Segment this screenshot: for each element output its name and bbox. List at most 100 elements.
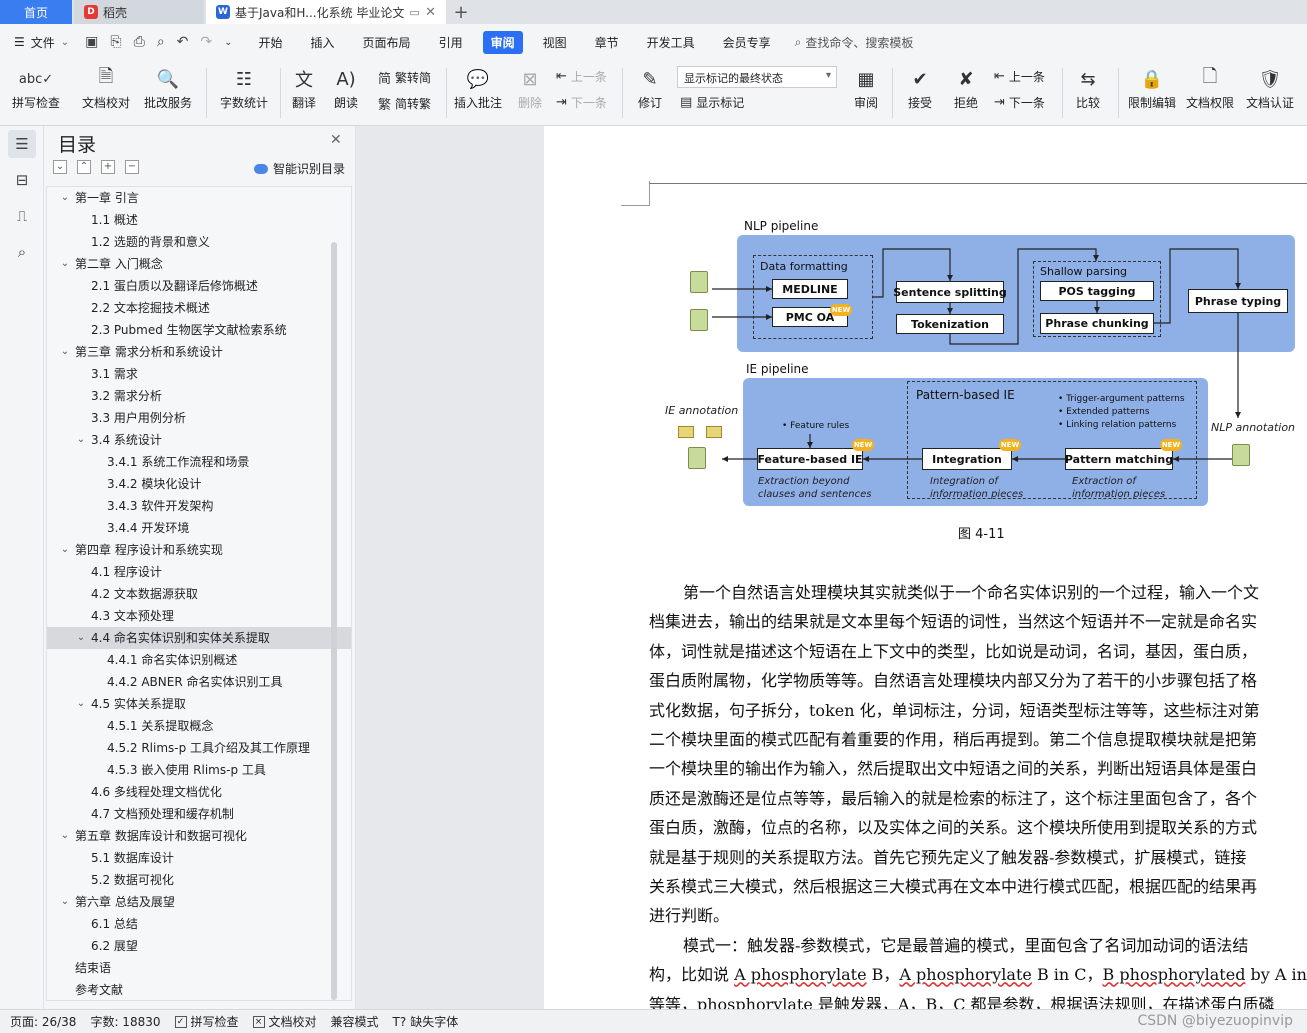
paragraph[interactable]: 第一个自然语言处理模块其实就类似于一个命名实体识别的一个过程，输入一个文 档集进去…: [649, 578, 1307, 931]
prev-comment-button[interactable]: ⇤ 上一条: [556, 68, 607, 85]
smart-toc-button[interactable]: 智能识别目录: [254, 160, 345, 177]
remove-heading-icon[interactable]: −: [125, 160, 139, 174]
status-proofread[interactable]: × 文档校对: [252, 1013, 317, 1030]
chevron-down-icon[interactable]: ⌄: [59, 253, 71, 275]
add-heading-icon[interactable]: +: [101, 160, 115, 174]
chevron-down-icon[interactable]: ⌄: [75, 429, 87, 451]
doc-certify-button[interactable]: 🛡 文档认证: [1240, 64, 1300, 120]
print-icon[interactable]: ⎙: [134, 34, 145, 50]
toc-item[interactable]: ⌄ 第六章 总结及展望: [47, 891, 351, 913]
prev-change-button[interactable]: ⇤ 上一条: [994, 68, 1045, 85]
toc-item[interactable]: 3.3 用户用例分析: [47, 407, 351, 429]
trad-to-simp-button[interactable]: 简繁转简: [378, 68, 431, 87]
toc-scrollbar[interactable]: [331, 242, 337, 1000]
show-markup-button[interactable]: ▤ 显示标记: [680, 94, 744, 111]
toc-item[interactable]: 1.1 概述: [47, 209, 351, 231]
menu-tab[interactable]: 开发工具: [639, 31, 703, 54]
bookmark-icon[interactable]: ⎍: [8, 202, 36, 230]
toc-item[interactable]: 3.4.2 模块化设计: [47, 473, 351, 495]
tab-daoke[interactable]: D 稻壳: [74, 0, 204, 24]
chapter-nav-icon[interactable]: ⊟: [8, 166, 36, 194]
delete-comment-button[interactable]: ⊠ 删除: [500, 64, 560, 120]
compare-button[interactable]: ⇆ 比较: [1058, 64, 1118, 120]
tab-home[interactable]: 首页: [0, 0, 72, 24]
toc-item[interactable]: ⌄ 4.4 命名实体识别和实体关系提取: [47, 627, 351, 649]
toc-item[interactable]: 4.4.1 命名实体识别概述: [47, 649, 351, 671]
chevron-down-icon[interactable]: ⌄: [59, 891, 71, 913]
toc-item[interactable]: 4.3 文本预处理: [47, 605, 351, 627]
toc-item[interactable]: ⌄ 第五章 数据库设计和数据可视化: [47, 825, 351, 847]
reject-button[interactable]: ✘ 拒绝: [936, 64, 996, 120]
next-change-button[interactable]: ⇥ 下一条: [994, 94, 1045, 111]
toc-item[interactable]: 4.5.1 关系提取概念: [47, 715, 351, 737]
review-pane-button[interactable]: ▦ 审阅: [836, 64, 896, 120]
toc-item[interactable]: ⌄ 4.5 实体关系提取: [47, 693, 351, 715]
compat-mode[interactable]: 兼容模式: [331, 1013, 379, 1030]
toc-item[interactable]: 4.4.2 ABNER 命名实体识别工具: [47, 671, 351, 693]
toc-item[interactable]: 5.2 数据可视化: [47, 869, 351, 891]
toc-item[interactable]: 2.2 文本挖掘技术概述: [47, 297, 351, 319]
print-preview-icon[interactable]: ⌕: [157, 34, 165, 50]
next-comment-button[interactable]: ⇥ 下一条: [556, 94, 607, 111]
chevron-down-icon[interactable]: ⌄: [59, 187, 71, 209]
save-icon[interactable]: ▣: [85, 34, 98, 50]
toc-item[interactable]: 4.2 文本数据源获取: [47, 583, 351, 605]
toc-item[interactable]: 5.1 数据库设计: [47, 847, 351, 869]
command-search[interactable]: ⌕ 查找命令、搜索模板: [795, 34, 914, 51]
simp-to-trad-button[interactable]: 繁简转繁: [378, 94, 431, 113]
spell-check-button[interactable]: abc✓ 拼写检查: [6, 64, 66, 120]
restrict-editing-button[interactable]: 🔒 限制编辑: [1122, 64, 1182, 120]
toc-item[interactable]: 3.4.3 软件开发架构: [47, 495, 351, 517]
toc-item[interactable]: 4.7 文档预处理和缓存机制: [47, 803, 351, 825]
quick-access-dropdown-icon[interactable]: ⌄: [224, 37, 232, 48]
missing-font[interactable]: T? 缺失字体: [393, 1013, 459, 1030]
file-menu[interactable]: ☰ 文件 ⌄: [14, 34, 69, 51]
toc-item[interactable]: 2.1 蛋白质以及翻译后修饰概述: [47, 275, 351, 297]
word-count-button[interactable]: ☷ 字数统计: [214, 64, 274, 120]
expand-all-icon[interactable]: ⌃: [77, 160, 91, 174]
toc-item[interactable]: ⌄ 3.4 系统设计: [47, 429, 351, 451]
toc-item[interactable]: 1.2 选题的背景和意义: [47, 231, 351, 253]
toc-item[interactable]: 4.5.2 Rlims-p 工具介绍及其工作原理: [47, 737, 351, 759]
toc-item[interactable]: 4.6 多线程处理文档优化: [47, 781, 351, 803]
toc-item[interactable]: 2.3 Pubmed 生物医学文献检索系统: [47, 319, 351, 341]
close-tab-icon[interactable]: ✕: [425, 5, 436, 20]
undo-icon[interactable]: ↶: [177, 34, 189, 50]
toc-item[interactable]: ⌄ 第一章 引言: [47, 187, 351, 209]
close-icon[interactable]: ✕: [330, 132, 342, 148]
proofread-button[interactable]: 🗎 文档校对: [76, 64, 136, 120]
toc-item[interactable]: 结束语: [47, 957, 351, 979]
word-count-indicator[interactable]: 字数: 18830: [90, 1013, 160, 1030]
menu-tab[interactable]: 页面布局: [355, 31, 419, 54]
toc-item[interactable]: 4.5.3 嵌入使用 Rlims-p 工具: [47, 759, 351, 781]
toc-item[interactable]: 3.1 需求: [47, 363, 351, 385]
toc-item[interactable]: 3.4.4 开发环境: [47, 517, 351, 539]
menu-tab[interactable]: 会员专享: [715, 31, 779, 54]
insert-comment-button[interactable]: 💬 插入批注: [448, 64, 508, 120]
toc-item[interactable]: ⌄ 第三章 需求分析和系统设计: [47, 341, 351, 363]
monitor-icon[interactable]: ▭: [409, 6, 419, 19]
collapse-all-icon[interactable]: ⌄: [53, 160, 67, 174]
toc-item[interactable]: 3.2 需求分析: [47, 385, 351, 407]
toc-item[interactable]: 6.1 总结: [47, 913, 351, 935]
toc-item[interactable]: 6.2 展望: [47, 935, 351, 957]
menu-tab[interactable]: 视图: [535, 31, 575, 54]
chevron-down-icon[interactable]: ⌄: [59, 825, 71, 847]
menu-tab[interactable]: 章节: [587, 31, 627, 54]
toc-panel-icon[interactable]: ☰: [8, 130, 36, 158]
search-icon[interactable]: ⌕: [8, 238, 36, 266]
track-changes-button[interactable]: ✎ 修订: [620, 64, 680, 120]
status-spell-check[interactable]: ✓ 拼写检查: [174, 1013, 239, 1030]
chevron-down-icon[interactable]: ⌄: [59, 341, 71, 363]
chevron-down-icon[interactable]: ⌄: [75, 693, 87, 715]
chevron-down-icon[interactable]: ⌄: [75, 627, 87, 649]
doc-permission-button[interactable]: 🗋 文档权限: [1180, 64, 1240, 120]
paragraph[interactable]: 模式一：触发器-参数模式，它是最普遍的模式，里面包含了名词加动词的语法结 构，比如…: [649, 931, 1307, 1009]
markup-state-select[interactable]: 显示标记的最终状态: [677, 66, 837, 88]
menu-tab[interactable]: 审阅: [482, 30, 523, 54]
toc-item[interactable]: ⌄ 第二章 入门概念: [47, 253, 351, 275]
chevron-down-icon[interactable]: ⌄: [59, 539, 71, 561]
page-indicator[interactable]: 页面: 26/38: [10, 1013, 76, 1030]
batch-correction-button[interactable]: 🔍 批改服务: [138, 64, 198, 120]
menu-tab[interactable]: 引用: [431, 31, 471, 54]
